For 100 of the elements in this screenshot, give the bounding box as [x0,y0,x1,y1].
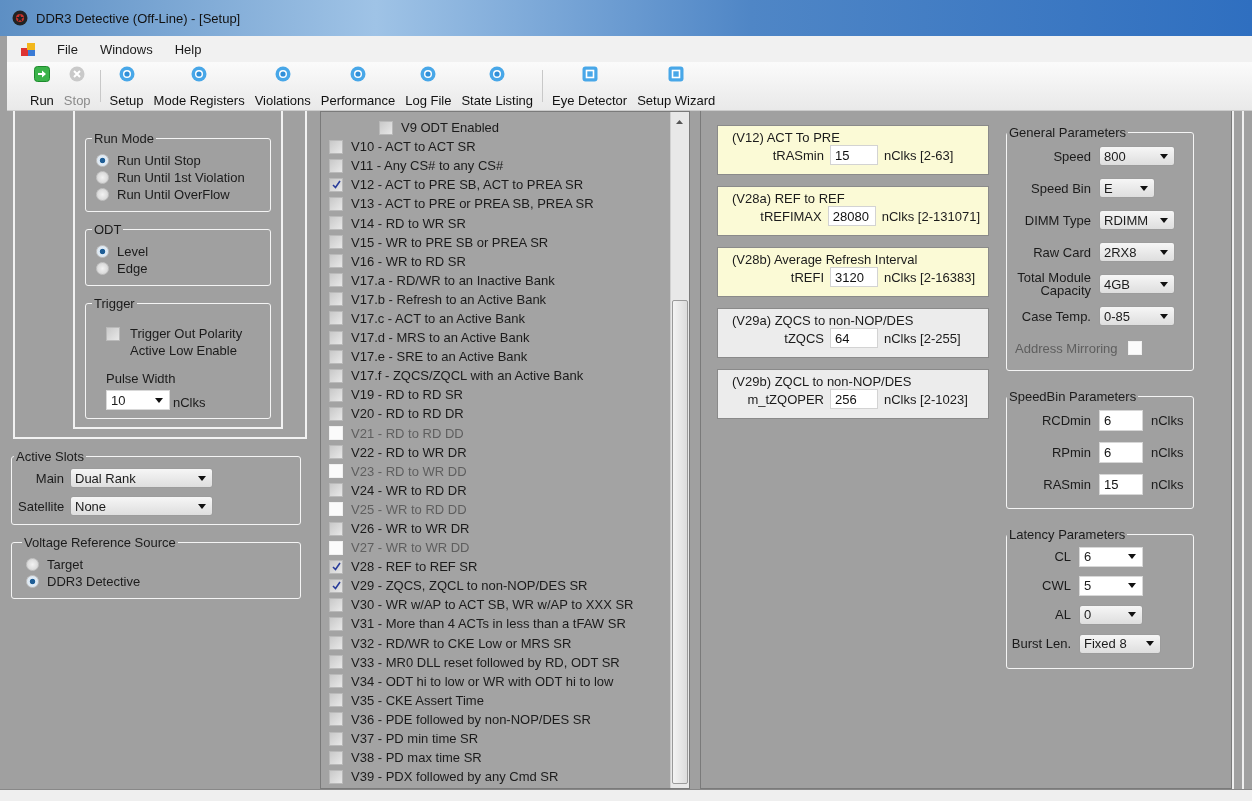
circle-icon [118,66,135,82]
checkbox[interactable] [329,177,343,192]
checkbox-label: V19 - RD to RD SR [351,387,463,403]
checkbox[interactable] [329,712,343,727]
input-field[interactable]: 15 [830,145,878,165]
toolbar-button[interactable]: Setup Wizard [632,62,721,110]
toolbar-button[interactable]: Setup [104,62,149,110]
dropdown[interactable]: Dual Rank [70,468,213,488]
checkbox-label: V15 - WR to PRE SB or PREA SR [351,234,549,250]
dropdown[interactable]: 0-85 [1099,306,1175,326]
dropdown[interactable]: None [70,496,213,516]
radio-label: Run Until 1st Violation [117,170,245,185]
menu-item[interactable]: File [57,41,78,57]
radio-button[interactable] [96,188,109,201]
field-label: tREFI [789,269,824,285]
toolbar-button[interactable]: Eye Detector [547,62,633,110]
dropdown[interactable]: 800 [1099,146,1175,166]
checkbox-label: V22 - RD to WR DR [351,444,467,460]
radio-button[interactable] [26,575,39,588]
radio-button[interactable] [26,558,39,571]
card-title: (V12) ACT To PRE [732,130,841,145]
scrollbar[interactable] [670,112,689,788]
dropdown[interactable]: 5 [1079,575,1143,596]
field-label: Speed [1052,149,1091,163]
dropdown[interactable]: 0 [1079,604,1143,625]
dropdown[interactable]: 6 [1079,546,1143,567]
checkbox[interactable] [329,693,343,708]
checkbox-label: V30 - WR w/AP to ACT SB, WR w/AP to XXX SR [351,597,634,613]
group-title: Active Slots [15,449,85,464]
toolbar-button[interactable]: Log File [400,62,457,110]
dropdown[interactable]: E [1099,178,1155,198]
window-title: DDR3 Detective (Off-Line) - [Setup] [36,10,241,26]
checkbox[interactable] [329,254,343,269]
input-field[interactable]: 15 [1099,473,1143,495]
checkbox[interactable] [329,483,343,498]
dropdown[interactable]: 10 [106,390,170,410]
radio-button[interactable] [96,245,109,258]
square-icon [581,66,598,82]
checkbox[interactable] [329,769,343,784]
circle-icon [489,66,506,82]
radio-button[interactable] [96,262,109,275]
checkbox[interactable] [329,368,343,383]
checkbox[interactable] [329,235,343,250]
checkbox[interactable] [329,387,343,402]
checkbox-label: V33 - MR0 DLL reset followed by RD, ODT SR [351,654,620,670]
checkbox[interactable] [329,292,343,307]
checkbox[interactable] [106,327,120,341]
checkbox-label: V17.c - ACT to an Active Bank [351,311,525,326]
unit-label: nClks [1151,444,1184,460]
checkbox[interactable] [329,311,343,326]
menu-item[interactable]: Help [174,41,202,57]
checkbox[interactable] [329,578,343,593]
checkbox[interactable] [329,406,343,421]
toolbar-button[interactable]: Performance [315,62,401,110]
checkbox[interactable] [329,521,343,536]
arrow-up-icon[interactable] [676,120,683,124]
checkbox-label: V23 - RD to WR DD [351,463,467,479]
dropdown[interactable]: 4GB [1099,274,1175,294]
checkbox[interactable] [379,120,393,135]
input-field[interactable]: 64 [830,328,878,348]
toolbar-button[interactable]: State Listing [456,62,538,110]
dropdown[interactable]: Fixed 8 [1079,633,1161,654]
checkbox[interactable] [329,349,343,364]
checkbox[interactable] [329,196,343,211]
close-icon [69,66,86,82]
checkbox[interactable] [329,750,343,765]
checkbox[interactable] [329,559,343,574]
checkbox[interactable] [329,731,343,746]
checkbox-label: V17.d - MRS to an Active Bank [351,330,530,346]
input-field[interactable]: 256 [830,389,878,409]
checkbox[interactable] [329,139,343,154]
input-field[interactable]: 6 [1099,409,1143,431]
checkbox[interactable] [329,445,343,460]
field-label: m_tZQOPER [746,391,824,407]
toolbar-button[interactable]: Mode Registers [148,62,250,110]
input-field[interactable]: 6 [1099,441,1143,463]
checkbox[interactable] [329,216,343,230]
dropdown[interactable]: 2RX8 [1099,242,1175,262]
input-field[interactable]: 3120 [830,267,878,287]
dropdown[interactable]: RDIMM [1099,210,1175,230]
radio-button[interactable] [96,171,109,184]
checkbox[interactable] [329,674,343,689]
toolbar-button[interactable]: Run [25,62,59,110]
window-icon[interactable] [21,42,35,56]
checkbox[interactable] [329,273,343,288]
radio-button[interactable] [96,154,109,167]
checkbox[interactable] [329,597,343,612]
scrollbar-thumb[interactable] [672,300,688,784]
checkbox-label: V10 - ACT to ACT SR [351,139,476,155]
menu-item[interactable]: Windows [99,41,153,57]
field-label: tZQCS [783,330,824,346]
checkbox[interactable] [329,636,343,651]
input-field[interactable]: 28080 [827,206,876,226]
checkbox[interactable] [329,158,343,173]
checkbox[interactable] [329,330,343,345]
toolbar-button[interactable]: Violations [249,62,316,110]
checkbox-label: V25 - WR to RD DD [351,501,467,517]
field-label: Case Temp. [1020,309,1091,323]
checkbox[interactable] [329,655,343,670]
checkbox[interactable] [329,617,343,631]
